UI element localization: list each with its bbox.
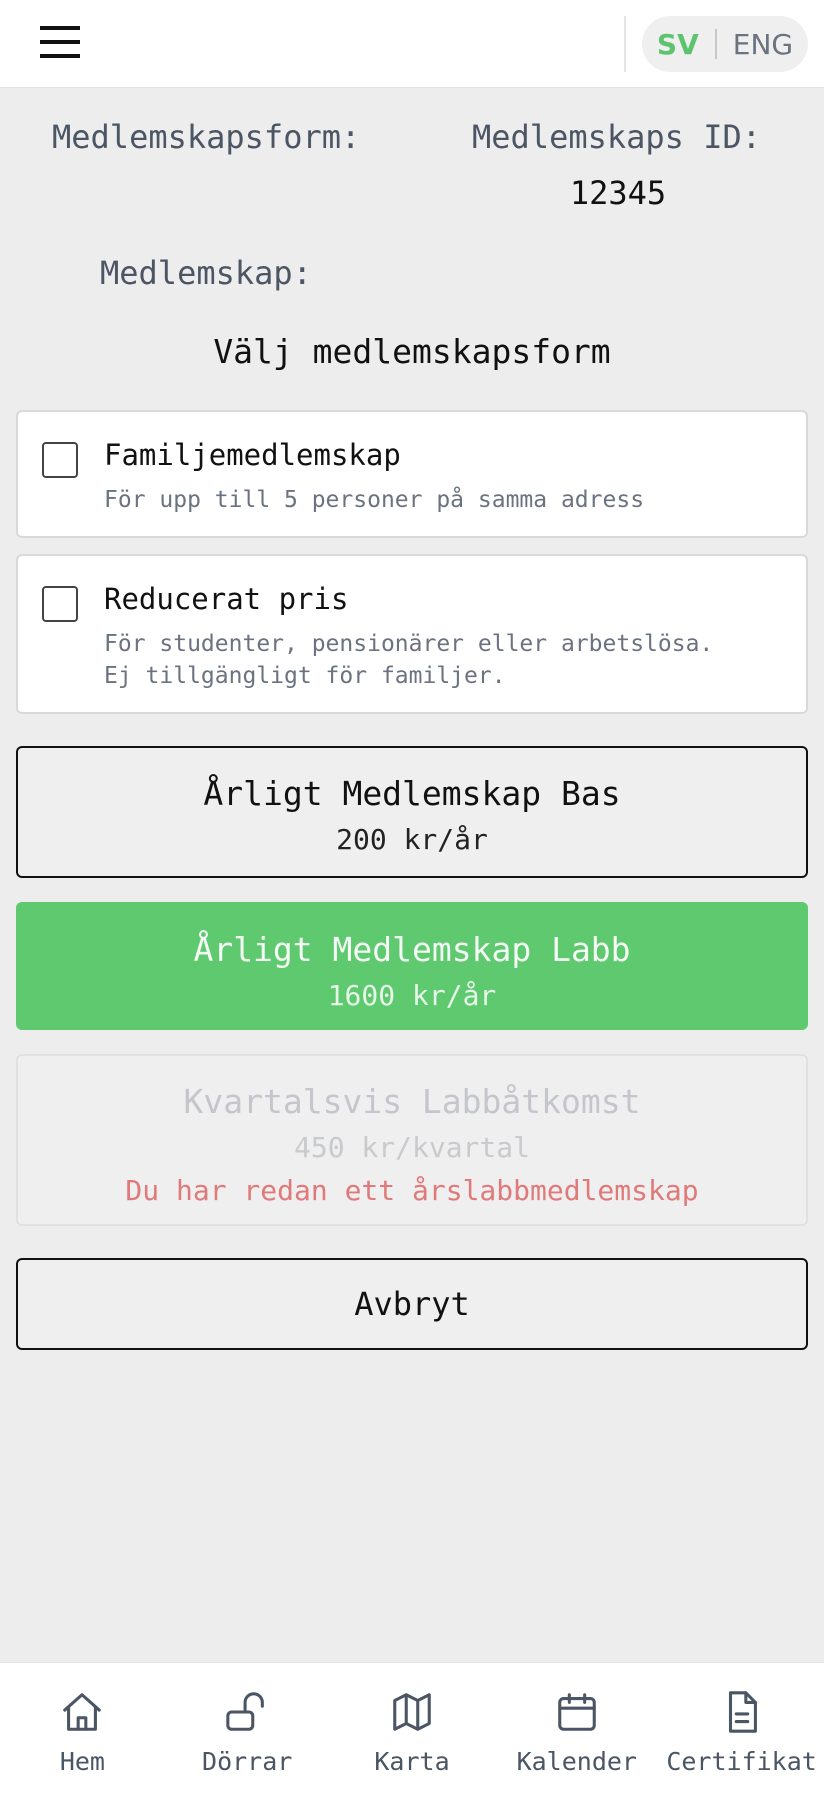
plan-price: 1600 kr/år <box>327 979 497 1012</box>
option-title: Reducerat pris <box>104 582 349 616</box>
nav-label: Kalender <box>516 1747 637 1776</box>
nav-item-home[interactable]: Hem <box>0 1663 165 1800</box>
plan-price: 450 kr/kvartal <box>293 1131 530 1164</box>
nav-item-calendar[interactable]: Kalender <box>494 1663 659 1800</box>
family-membership-option[interactable]: Familjemedlemskap För upp till 5 persone… <box>16 410 808 538</box>
family-membership-checkbox[interactable] <box>42 442 78 478</box>
language-switch: SV ENG <box>642 16 808 72</box>
membership-form-label: Medlemskapsform: <box>52 118 361 156</box>
quarterly-lab-access-plan-button: Kvartalsvis Labbåtkomst 450 kr/kvartal D… <box>16 1054 808 1226</box>
nav-label: Hem <box>59 1747 105 1776</box>
membership-id-value: 12345 <box>569 174 667 212</box>
calendar-icon <box>557 1693 596 1731</box>
membership-id-label: Medlemskaps ID: <box>472 118 761 156</box>
nav-label: Karta <box>374 1747 450 1776</box>
plan-name: Kvartalsvis Labbåtkomst <box>183 1082 641 1121</box>
plan-price: 200 kr/år <box>336 823 488 856</box>
nav-item-certificate[interactable]: Certifikat <box>659 1663 824 1800</box>
option-description: För studenter, pensionärer eller arbetsl… <box>104 631 714 689</box>
membership-label: Medlemskap: <box>100 254 312 292</box>
lang-sv-option[interactable]: SV <box>649 28 715 61</box>
header-divider <box>624 16 626 72</box>
top-header: SV ENG <box>0 0 824 88</box>
annual-lab-plan-button[interactable]: Årligt Medlemskap Labb 1600 kr/år <box>16 902 808 1030</box>
plan-warning: Du har redan ett årslabbmedlemskap <box>125 1174 699 1207</box>
option-description: För upp till 5 personer på samma adress <box>104 487 645 513</box>
hamburger-menu-icon[interactable] <box>36 18 84 66</box>
plan-name: Årligt Medlemskap Labb <box>193 930 631 969</box>
reduced-price-checkbox[interactable] <box>42 586 78 622</box>
option-title: Familjemedlemskap <box>104 438 401 472</box>
cancel-button[interactable]: Avbryt <box>16 1258 808 1350</box>
bottom-navigation: Hem Dörrar Karta Kalender Certifikat <box>0 1662 824 1800</box>
nav-label: Certifikat <box>666 1747 817 1776</box>
lang-eng-option[interactable]: ENG <box>717 28 801 61</box>
unlocked-padlock-icon <box>226 1692 265 1731</box>
document-icon <box>728 1691 757 1733</box>
map-icon <box>393 1693 431 1731</box>
nav-label: Dörrar <box>202 1747 293 1776</box>
annual-basic-plan-button[interactable]: Årligt Medlemskap Bas 200 kr/år <box>16 746 808 878</box>
nav-item-map[interactable]: Karta <box>330 1663 495 1800</box>
nav-item-doors[interactable]: Dörrar <box>165 1663 330 1800</box>
home-icon <box>63 1693 102 1731</box>
choose-membership-heading: Välj medlemskapsform <box>213 332 611 371</box>
reduced-price-option[interactable]: Reducerat pris För studenter, pensionäre… <box>16 554 808 714</box>
plan-name: Årligt Medlemskap Bas <box>203 774 621 813</box>
